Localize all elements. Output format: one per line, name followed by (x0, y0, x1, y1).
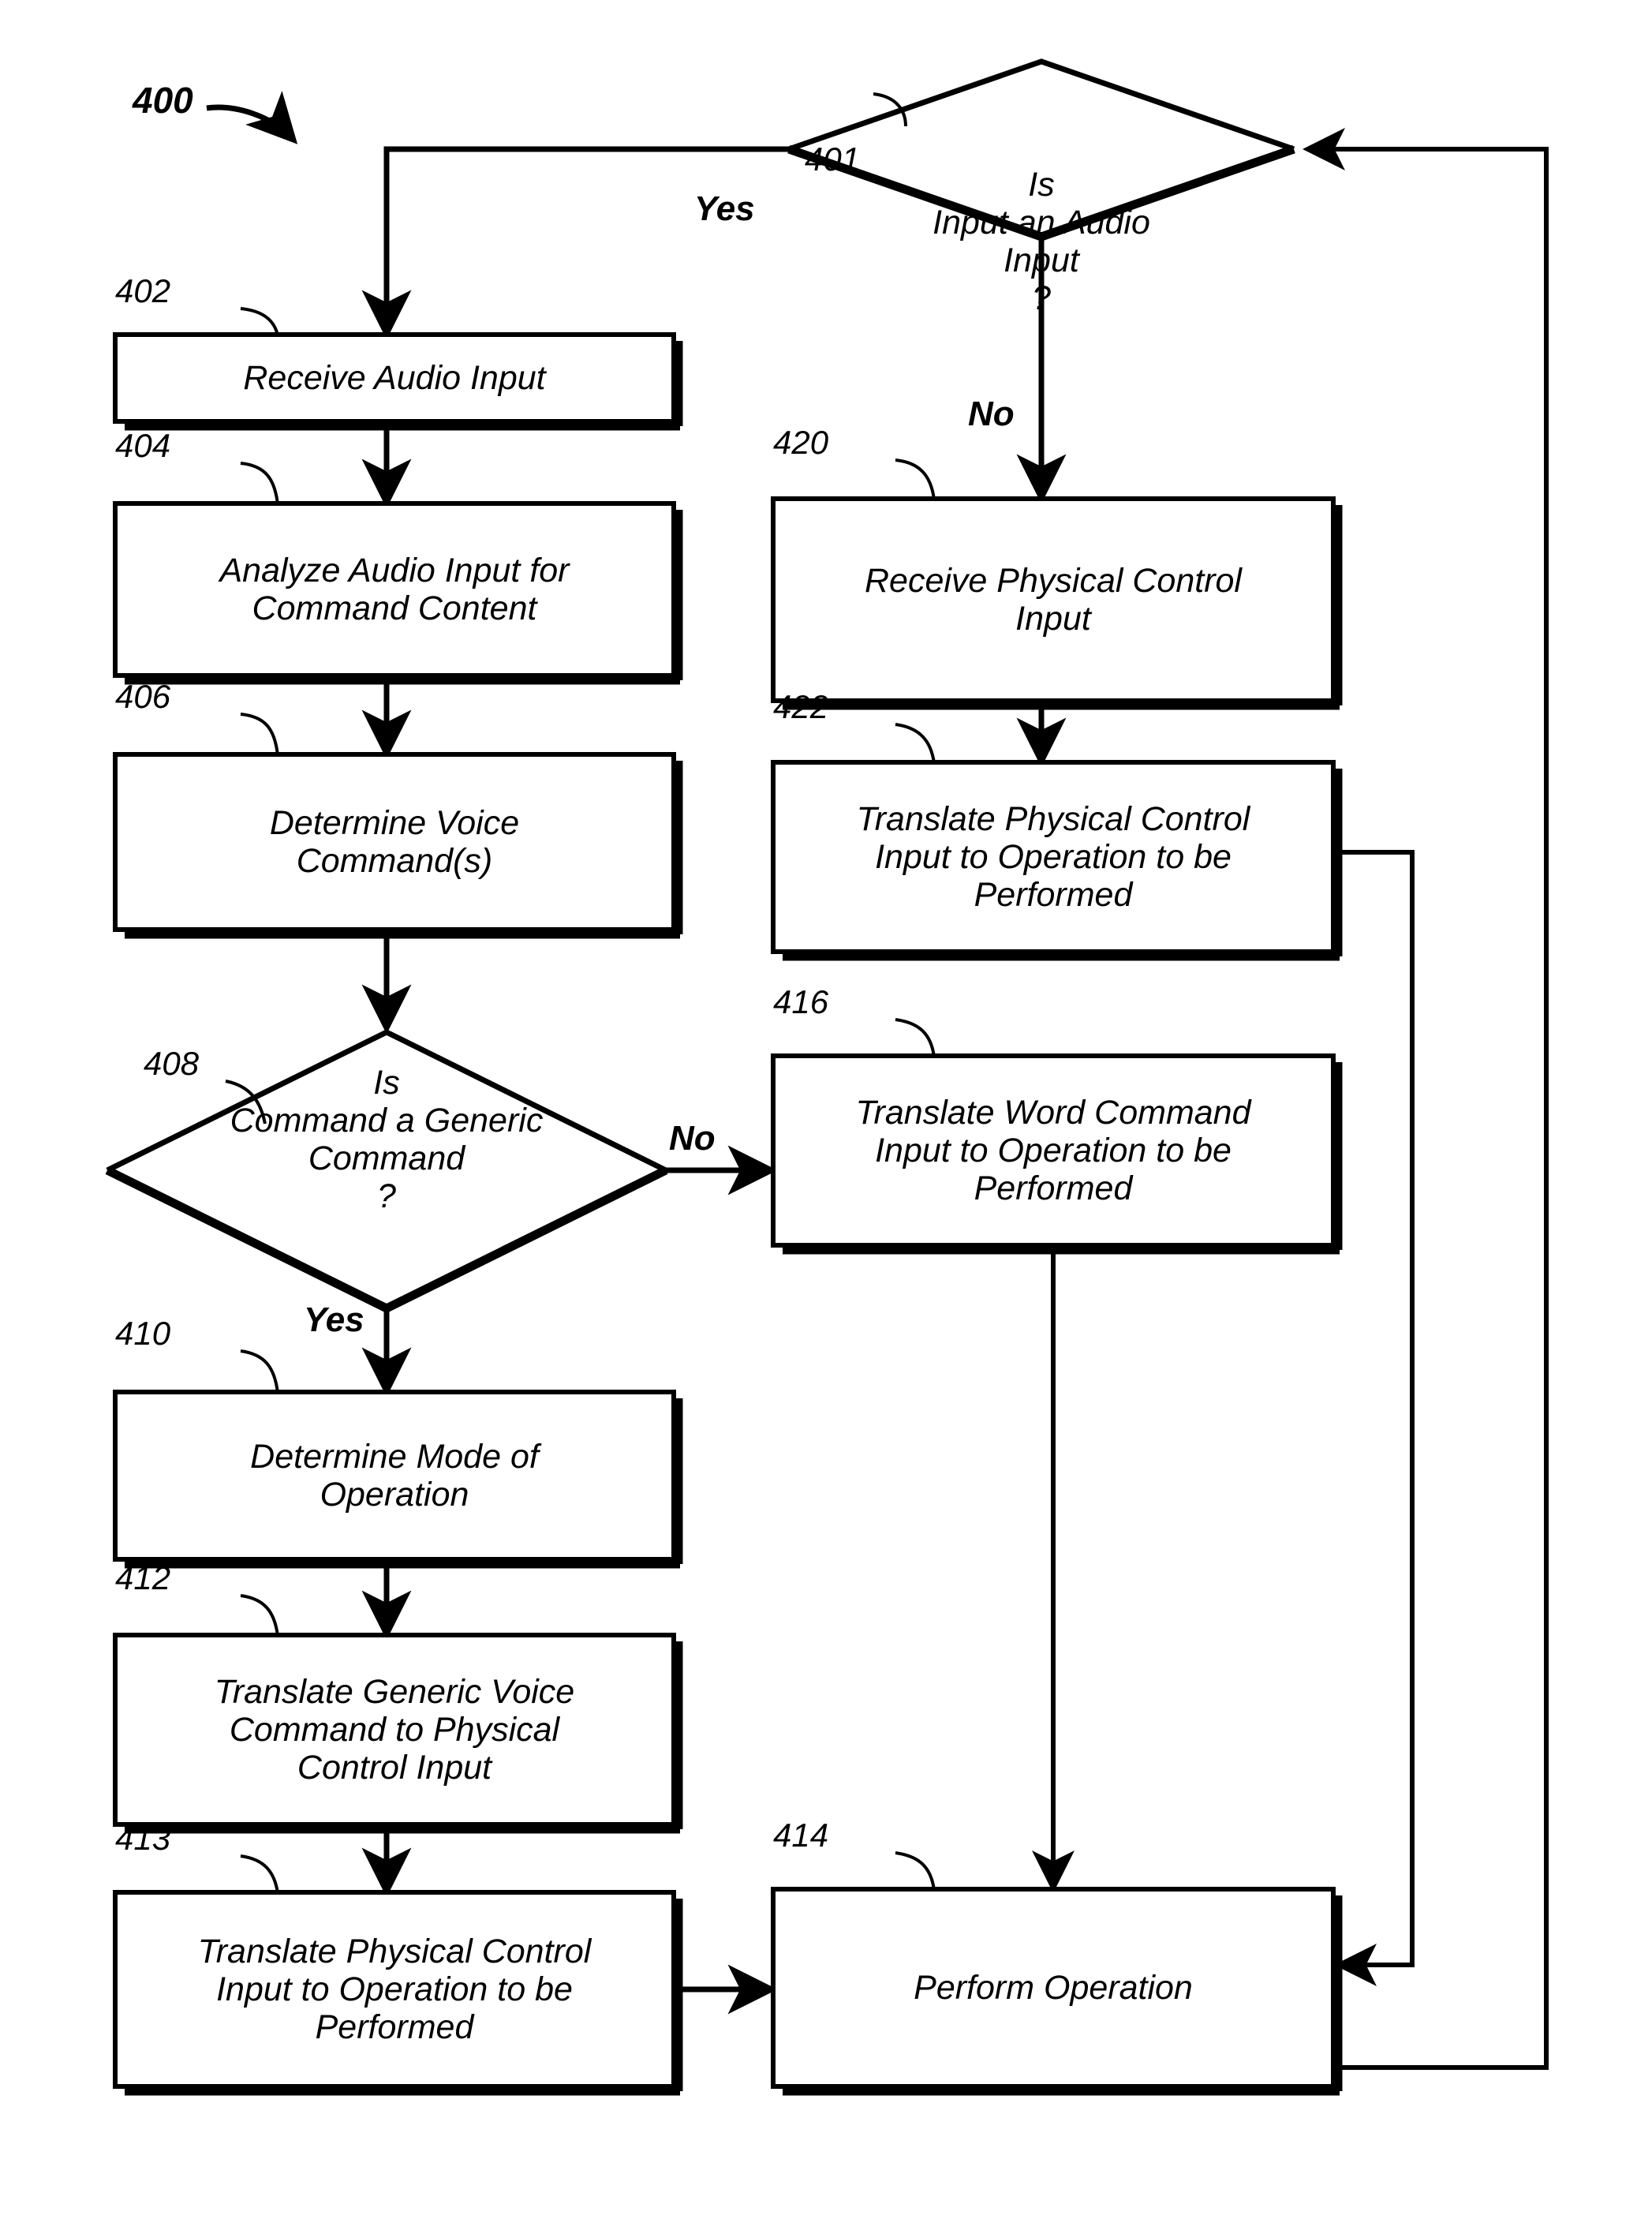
ref-number-420: 420 (773, 424, 829, 461)
ref-number-406: 406 (115, 678, 171, 715)
ref-number-404: 404 (115, 427, 171, 464)
ref-number-410: 410 (115, 1315, 171, 1352)
edge-label-408-yes: Yes (304, 1300, 364, 1339)
ref-number-402: 402 (115, 272, 171, 309)
ref-number-416: 416 (773, 983, 829, 1020)
ref-number-412: 412 (115, 1559, 171, 1596)
flowchart-canvas (105, 58, 1549, 2096)
figure-number: 400 (133, 80, 193, 121)
ref-number-408: 408 (144, 1045, 200, 1082)
edge-label-401-yes: Yes (694, 189, 755, 228)
flowchart-figure: 400 401 Is Input an Audio Input ? Yes No… (0, 0, 1652, 2219)
ref-number-422: 422 (773, 688, 829, 725)
edge-label-401-no: No (968, 395, 1015, 433)
edge-label-408-no: No (669, 1119, 716, 1158)
ref-number-414: 414 (773, 1817, 829, 1854)
ref-number-413: 413 (115, 1820, 171, 1857)
ref-number-401: 401 (805, 140, 861, 178)
